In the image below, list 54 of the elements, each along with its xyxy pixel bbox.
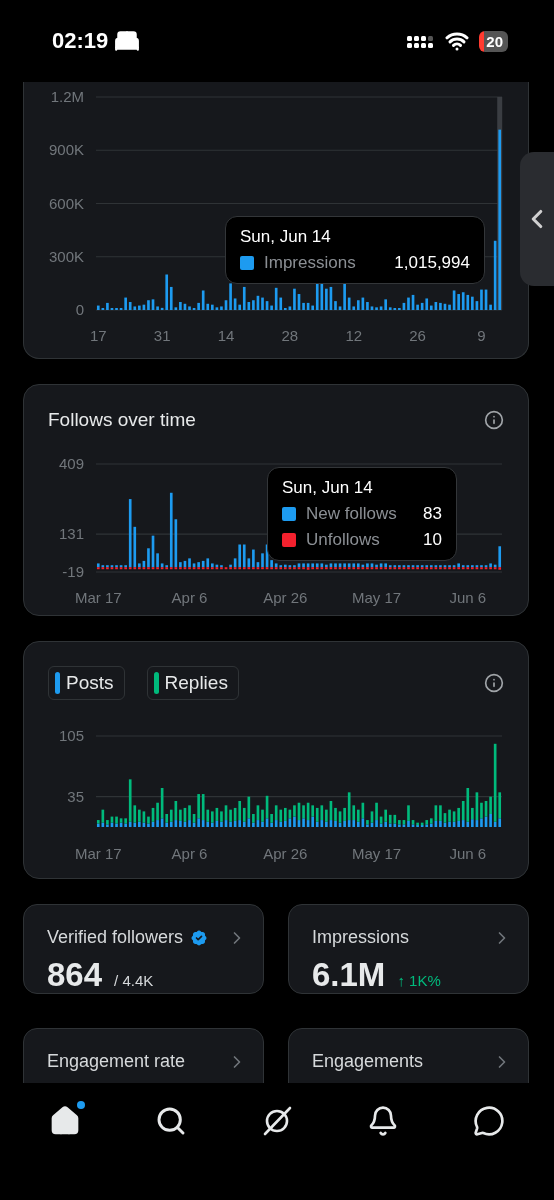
axis-label: Apr 26 (263, 845, 308, 862)
stat-value: 864 (47, 956, 103, 994)
axis-label: 9 (477, 327, 486, 344)
axis-label: 35 (67, 787, 84, 805)
legend-label: Posts (66, 672, 114, 694)
series-label: Impressions (264, 253, 357, 273)
axis-label: May 17 (351, 589, 402, 606)
axis-label: 17 (89, 327, 107, 344)
axis-label: 31 (153, 327, 171, 344)
axis-label: -19 (62, 563, 84, 580)
axis-label: Mar 17 (74, 845, 122, 862)
status-time: 02:19 (52, 28, 109, 54)
legend-chip[interactable]: Posts (48, 666, 125, 700)
tooltip-date: Sun, Jun 14 (282, 478, 374, 498)
series-value: 83 (423, 504, 442, 524)
axis-label: 12 (345, 327, 363, 344)
battery-indicator: 20 (479, 30, 508, 52)
series-value: 10 (423, 530, 442, 550)
axis-label: 409 (58, 455, 84, 472)
axis-label: 0 (75, 301, 84, 318)
card-title: Follows over time (48, 409, 196, 431)
stat-title: Impressions (312, 927, 410, 948)
axis-label: 105 (58, 727, 84, 744)
stat-card[interactable]: Verified followers 864 / 4.4K (23, 904, 264, 994)
tooltip-date: Sun, Jun 14 (240, 227, 332, 247)
axis-label: 1.2M (50, 88, 84, 105)
stat-value: 6.1M (312, 956, 386, 994)
axis-label: Mar 17 (74, 589, 122, 606)
stat-card[interactable]: Engagements (288, 1028, 529, 1083)
series-value: 1,015,994 (394, 253, 470, 273)
stat-title: Verified followers (47, 927, 184, 948)
axis-label: 900K (48, 141, 84, 159)
axis-label: 14 (217, 327, 235, 344)
stat-change: ↑ 1K% (397, 972, 441, 989)
axis-label: Apr 6 (171, 589, 208, 606)
stat-card[interactable]: Impressions 6.1M ↑ 1K% (288, 904, 529, 994)
legend-label: Replies (164, 672, 228, 694)
stat-title: Engagement rate (47, 1051, 186, 1072)
axis-label: 300K (48, 247, 84, 265)
axis-label: 600K (48, 194, 84, 212)
stat-title: Engagements (312, 1051, 424, 1072)
stat-card[interactable]: Engagement rate (23, 1028, 264, 1083)
stat-total: / 4.4K (114, 972, 154, 989)
axis-label: Apr 26 (263, 589, 308, 606)
axis-label: May 17 (351, 845, 402, 862)
series-label: New follows (306, 504, 398, 524)
axis-label: Jun 6 (449, 845, 487, 862)
axis-label: Jun 6 (449, 589, 487, 606)
axis-label: 131 (58, 525, 84, 543)
axis-label: 28 (281, 327, 299, 344)
legend-chip[interactable]: Replies (146, 666, 239, 700)
axis-label: 26 (409, 327, 426, 344)
axis-label: Apr 6 (171, 845, 208, 862)
series-label: Unfollows (306, 530, 381, 550)
